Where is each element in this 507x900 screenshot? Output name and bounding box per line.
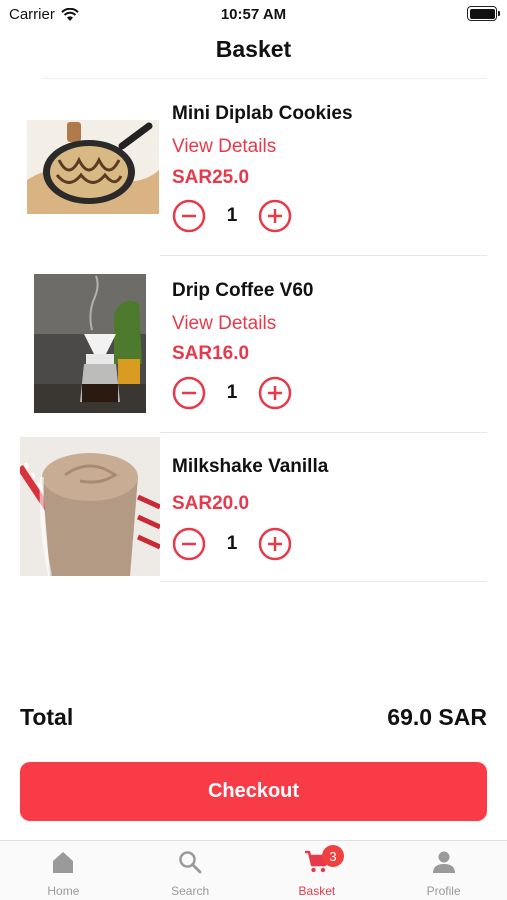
item-divider — [160, 255, 487, 256]
item-price: SAR20.0 — [172, 493, 250, 514]
item-price: SAR16.0 — [172, 343, 250, 364]
checkout-button[interactable]: Checkout — [20, 762, 487, 821]
quantity-stepper: 1 — [172, 527, 292, 561]
status-bar: Carrier 10:57 AM — [0, 0, 507, 30]
tab-home[interactable]: Home — [0, 841, 127, 900]
tab-label: Profile — [426, 884, 461, 898]
quantity-stepper: 1 — [172, 376, 292, 410]
view-details-link[interactable]: View Details — [172, 136, 276, 158]
item-quantity: 1 — [226, 205, 238, 226]
tab-bar: Home Search Basket Profile 3 — [0, 840, 507, 900]
item-name: Drip Coffee V60 — [172, 280, 314, 301]
quantity-stepper: 1 — [172, 199, 292, 233]
home-icon — [53, 852, 74, 873]
profile-icon — [432, 851, 455, 873]
tab-label: Home — [47, 884, 80, 898]
total-value: 69.0 SAR — [387, 704, 487, 730]
basket-badge: 3 — [322, 845, 344, 867]
item-image-cookies — [27, 120, 159, 214]
total-row: Total 69.0 SAR — [20, 704, 487, 731]
minus-circle-icon[interactable] — [172, 376, 206, 410]
item-image-drip-coffee — [34, 274, 146, 413]
minus-circle-icon[interactable] — [172, 527, 206, 561]
item-price: SAR25.0 — [172, 167, 250, 188]
view-details-link[interactable]: View Details — [172, 313, 276, 335]
search-icon — [179, 851, 202, 874]
tab-search[interactable]: Search — [127, 841, 254, 900]
total-label: Total — [20, 704, 74, 730]
plus-circle-icon[interactable] — [258, 199, 292, 233]
tab-label: Basket — [298, 884, 336, 898]
header-divider — [42, 78, 487, 79]
page-title: Basket — [215, 36, 292, 62]
item-quantity: 1 — [226, 533, 238, 554]
item-image-milkshake — [20, 437, 160, 576]
item-name: Mini Diplab Cookies — [172, 103, 353, 124]
item-quantity: 1 — [226, 382, 238, 403]
status-time: 10:57 AM — [220, 6, 287, 23]
plus-circle-icon[interactable] — [258, 527, 292, 561]
item-name: Milkshake Vanilla — [172, 456, 329, 477]
item-divider — [160, 581, 487, 582]
plus-circle-icon[interactable] — [258, 376, 292, 410]
battery-icon — [467, 6, 500, 21]
tab-basket[interactable]: Basket — [254, 841, 381, 900]
tab-label: Search — [171, 884, 210, 898]
tab-profile[interactable]: Profile — [380, 841, 507, 900]
minus-circle-icon[interactable] — [172, 199, 206, 233]
item-divider — [160, 432, 487, 433]
